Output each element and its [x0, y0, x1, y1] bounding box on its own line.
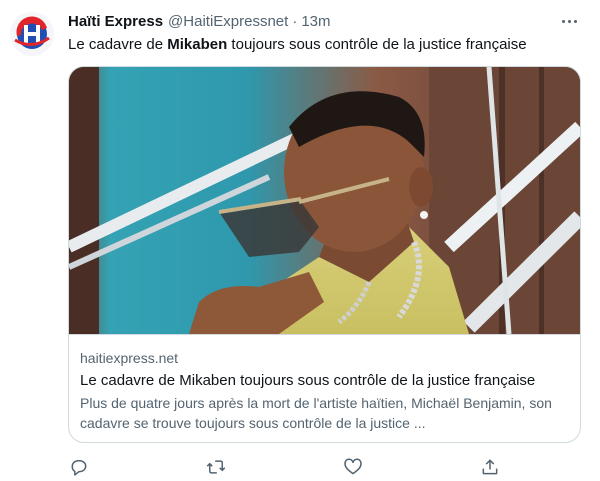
link-card[interactable]: haitiexpress.net Le cadavre de Mikaben t…: [68, 66, 581, 443]
separator-dot: ·: [292, 12, 298, 30]
retweet-button[interactable]: [205, 456, 227, 478]
like-button[interactable]: [342, 456, 364, 478]
reply-icon: [71, 460, 87, 476]
reply-button[interactable]: [68, 456, 90, 478]
timestamp[interactable]: 13m: [301, 13, 330, 30]
card-body: haitiexpress.net Le cadavre de Mikaben t…: [80, 348, 569, 433]
card-title[interactable]: Le cadavre de Mikaben toujours sous cont…: [80, 371, 569, 391]
more-options-icon[interactable]: [558, 12, 580, 30]
retweet-icon: [206, 460, 226, 474]
haiti-express-logo-icon: [14, 16, 50, 49]
tweet-text-after: toujours sous contrôle de la justice fra…: [227, 36, 527, 53]
tweet-header: Haïti Express @HaitiExpressnet · 13m: [68, 10, 580, 32]
share-icon: [482, 459, 498, 475]
display-name[interactable]: Haïti Express: [68, 13, 163, 30]
tweet-text: Le cadavre de Mikaben toujours sous cont…: [68, 36, 527, 53]
card-image[interactable]: [69, 67, 580, 335]
tweet-text-before: Le cadavre de: [68, 36, 168, 53]
tweet-text-bold: Mikaben: [167, 36, 228, 53]
user-handle[interactable]: @HaitiExpressnet: [168, 13, 288, 30]
card-photo: [69, 67, 580, 334]
card-description: Plus de quatre jours après la mort de l'…: [80, 395, 552, 431]
avatar[interactable]: [10, 12, 54, 56]
card-domain: haitiexpress.net: [80, 350, 179, 366]
tweet-actions: [68, 456, 508, 478]
like-icon: [344, 458, 362, 475]
share-button[interactable]: [479, 456, 501, 478]
